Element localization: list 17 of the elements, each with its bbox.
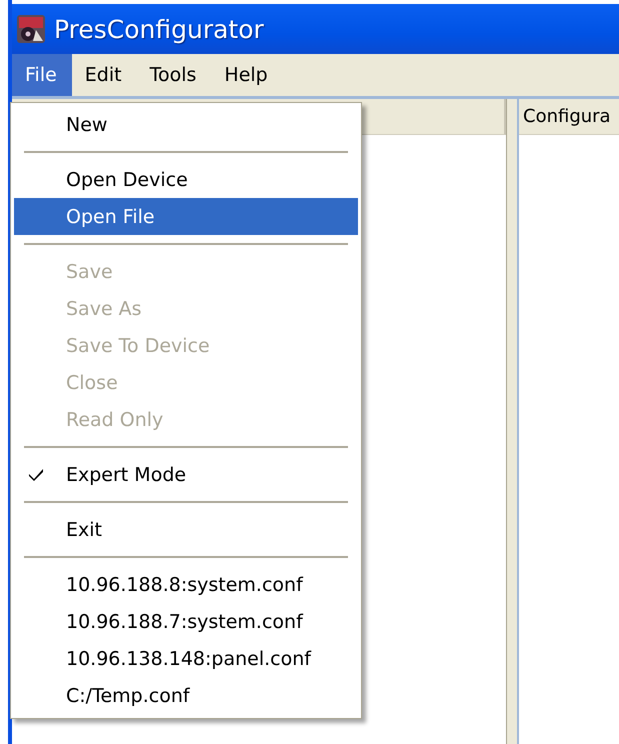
column-header: Configura: [522, 106, 611, 127]
menu-item[interactable]: Edit: [72, 54, 137, 96]
menu-item[interactable]: Open Device: [14, 161, 358, 198]
menu-item[interactable]: File: [12, 54, 72, 96]
menu-item[interactable]: C:/Temp.conf: [14, 677, 358, 714]
menu-item[interactable]: Tools: [136, 54, 212, 96]
menu-item[interactable]: Open File: [14, 198, 358, 235]
menu-item[interactable]: New: [14, 106, 358, 143]
splitter[interactable]: [506, 99, 519, 744]
menu-item[interactable]: 10.96.188.8:system.conf: [14, 566, 358, 603]
menu-item[interactable]: Exit: [14, 511, 358, 548]
menu-item[interactable]: Help: [211, 54, 283, 96]
menu-item[interactable]: 10.96.138.148:panel.conf: [14, 640, 358, 677]
window-title: PresConfigurator: [54, 14, 264, 44]
menu-item[interactable]: Expert Mode: [14, 456, 358, 493]
app-icon: [16, 14, 46, 44]
menu-item[interactable]: 10.96.188.7:system.conf: [14, 603, 358, 640]
